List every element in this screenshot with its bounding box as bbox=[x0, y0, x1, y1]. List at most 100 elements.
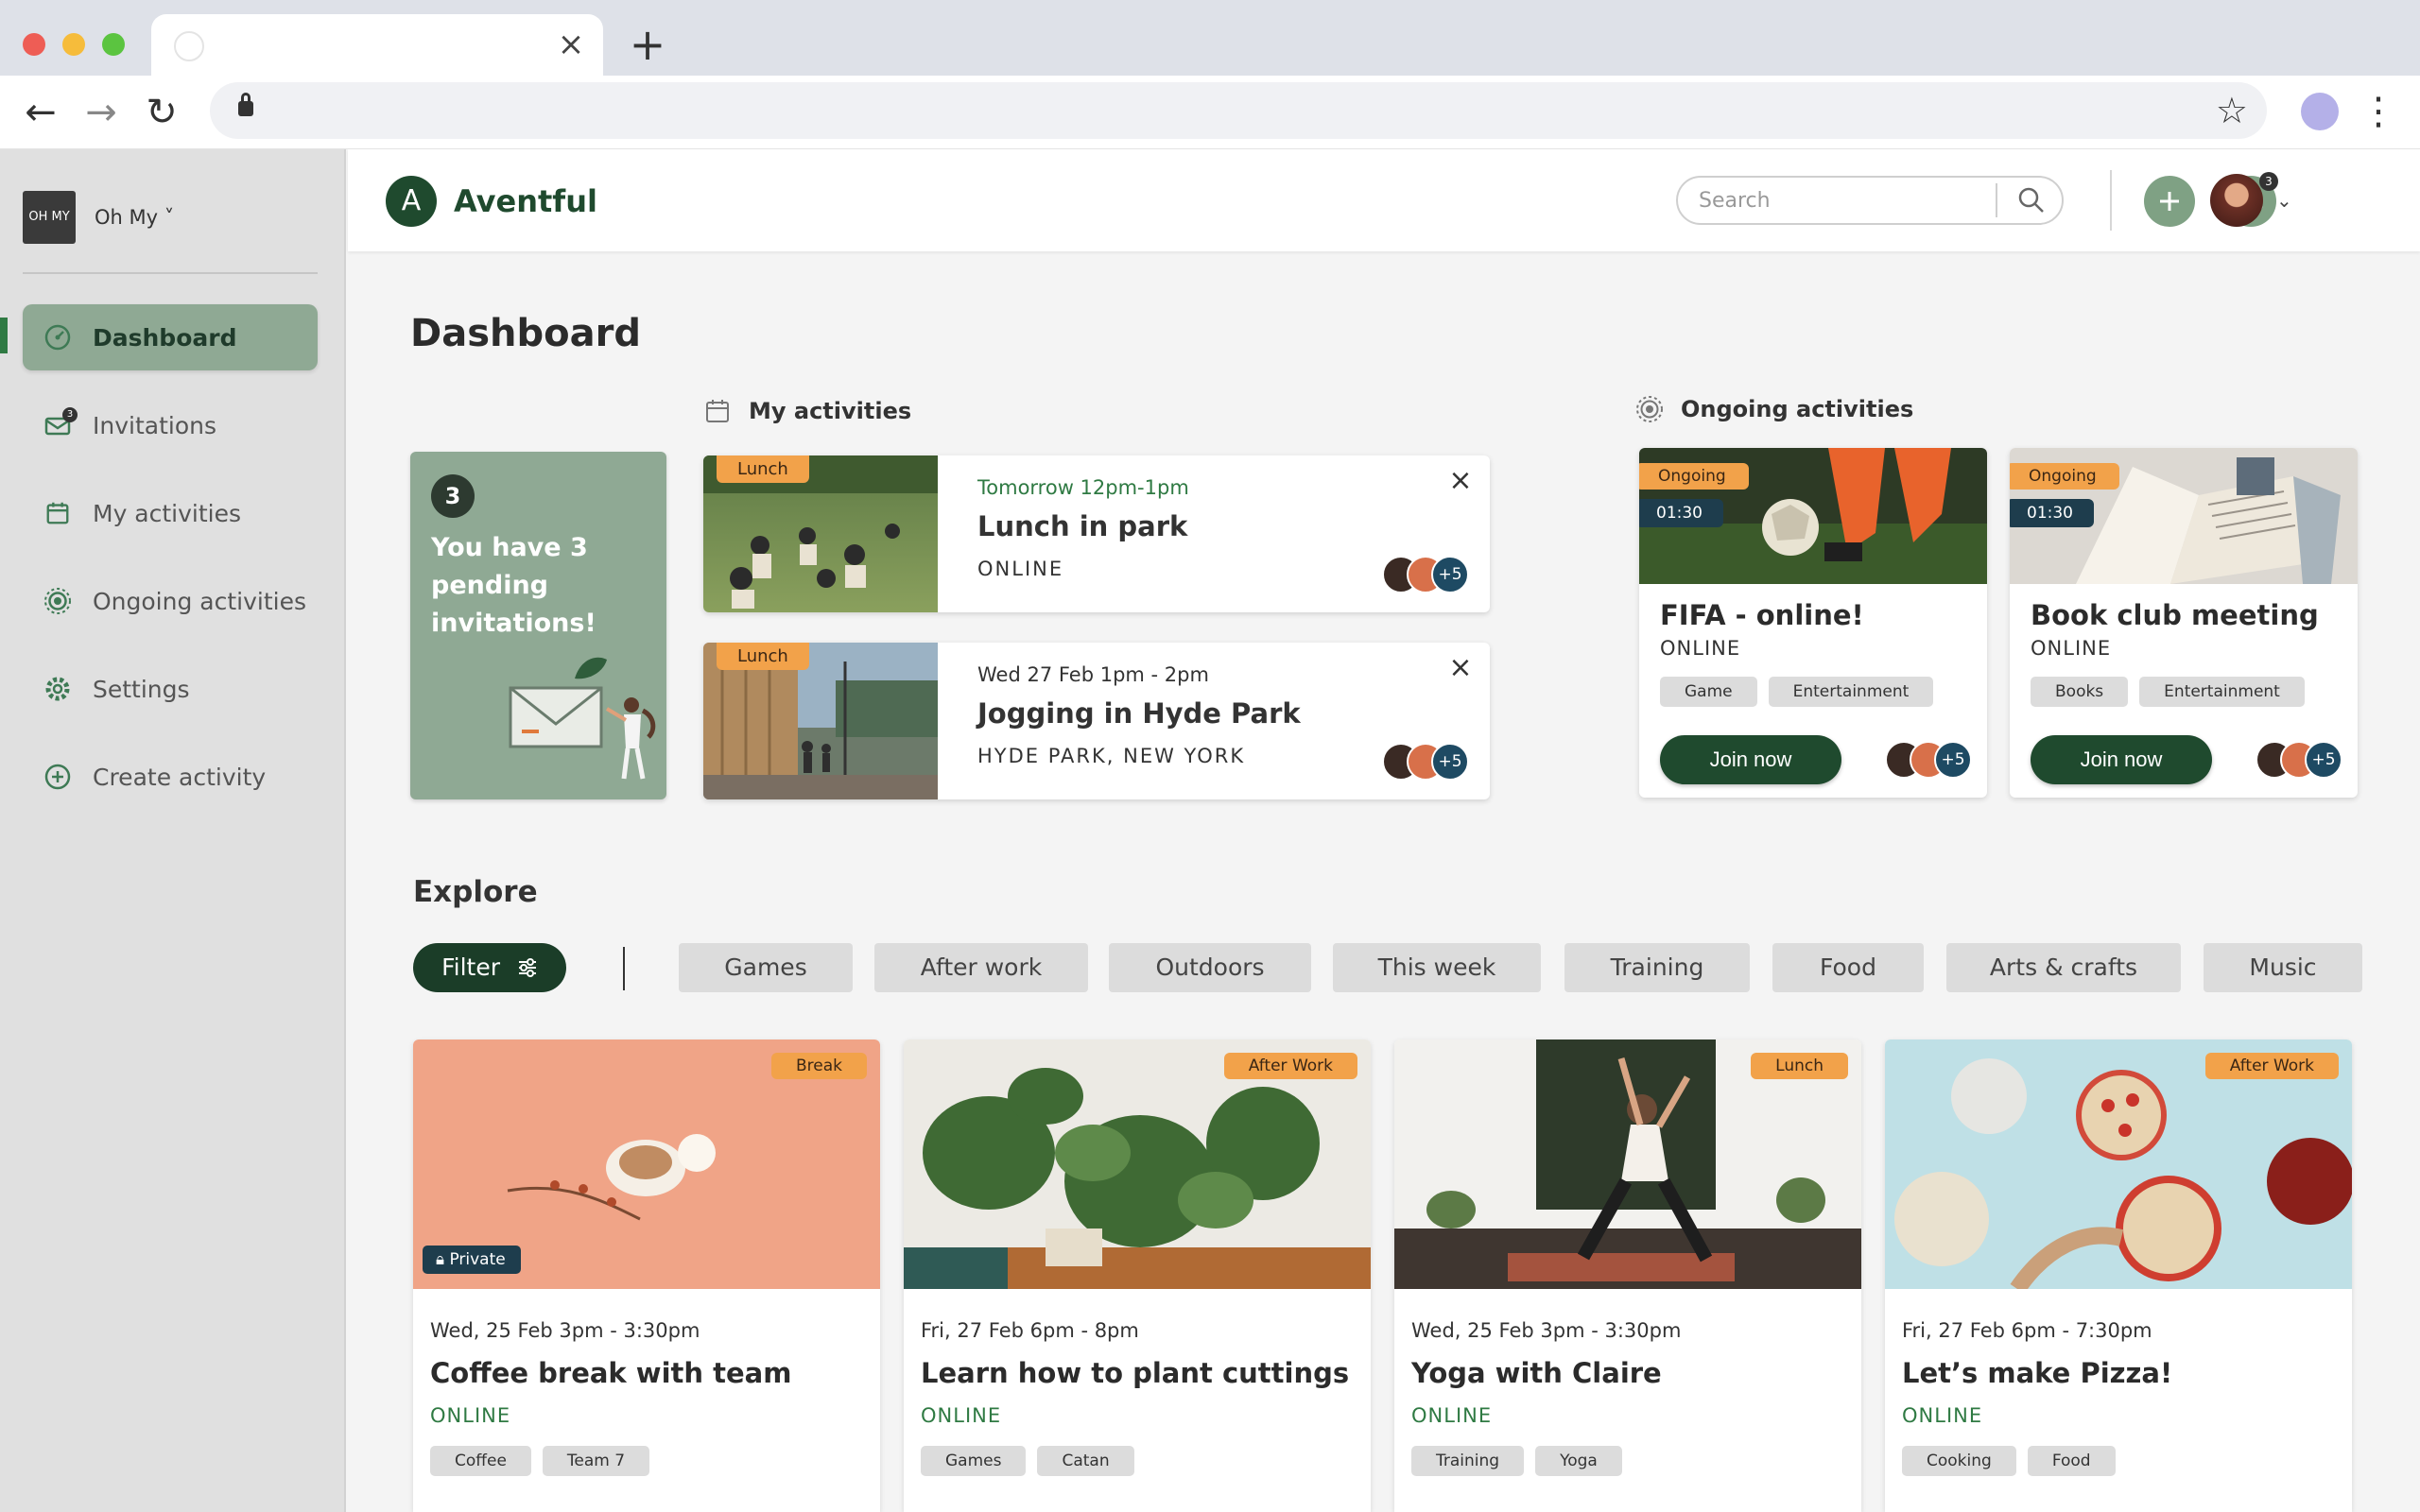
category-games[interactable]: Games bbox=[679, 943, 853, 992]
category-food[interactable]: Food bbox=[1772, 943, 1924, 992]
app-header: A Aventful 3 ⌄ bbox=[348, 149, 2420, 251]
activity-location: ONLINE bbox=[977, 558, 1064, 580]
filter-divider bbox=[623, 947, 625, 990]
brand-logo: A bbox=[386, 176, 437, 227]
search-input[interactable] bbox=[1699, 178, 1982, 223]
chip[interactable]: Food bbox=[2027, 1446, 2116, 1476]
chip[interactable]: Entertainment bbox=[2139, 677, 2305, 707]
sidebar-item-label: Settings bbox=[93, 675, 190, 703]
category-arts-crafts[interactable]: Arts & crafts bbox=[1946, 943, 2181, 992]
maximize-window-button[interactable] bbox=[102, 33, 125, 56]
chip[interactable]: Game bbox=[1660, 677, 1757, 707]
active-indicator bbox=[0, 318, 8, 353]
reload-icon[interactable]: ↻ bbox=[138, 89, 185, 136]
search-icon[interactable] bbox=[2016, 185, 2047, 215]
mail-icon: 3 bbox=[42, 407, 78, 441]
explore-card[interactable]: After Work Fri, 27 Feb 6pm - 7:30pm Let’… bbox=[1885, 1040, 2352, 1512]
explore-card[interactable]: Break 🔒︎ Private Wed, 25 Feb 3pm - 3:30p… bbox=[413, 1040, 880, 1512]
radar-icon bbox=[42, 585, 74, 617]
chip[interactable]: Cooking bbox=[1902, 1446, 2016, 1476]
plus-icon bbox=[2160, 192, 2179, 211]
chip[interactable]: Team 7 bbox=[542, 1446, 650, 1476]
category-tag: Break bbox=[771, 1053, 867, 1079]
category-this-week[interactable]: This week bbox=[1333, 943, 1541, 992]
chip[interactable]: Entertainment bbox=[1768, 677, 1934, 707]
radar-icon bbox=[1636, 396, 1663, 422]
activity-time: Wed 27 Feb 1pm - 2pm bbox=[977, 663, 1209, 686]
sidebar-item-my-activities[interactable]: My activities bbox=[23, 480, 318, 546]
ongoing-activity-card[interactable]: Ongoing 01:30 Book club meeting ONLINE B… bbox=[2010, 448, 2358, 798]
invitations-badge: 3 bbox=[62, 407, 78, 422]
activity-title: Jogging in Hyde Park bbox=[977, 697, 1301, 730]
participant-avatars[interactable]: +5 bbox=[1885, 741, 1972, 779]
browser-menu-icon[interactable]: ⋮ bbox=[2360, 91, 2397, 132]
category-after-work[interactable]: After work bbox=[874, 943, 1088, 992]
more-participants-badge: +5 bbox=[2305, 741, 2342, 779]
browser-toolbar: ← → ↻ ☆ ⋮ bbox=[0, 76, 2420, 149]
category-outdoors[interactable]: Outdoors bbox=[1109, 943, 1311, 992]
new-tab-button[interactable]: + bbox=[624, 21, 671, 68]
org-logo: OH MY bbox=[23, 191, 76, 244]
sidebar-item-invitations[interactable]: 3 Invitations bbox=[23, 392, 318, 458]
browser-profile-avatar[interactable] bbox=[2301, 93, 2339, 130]
org-switcher[interactable]: OH MY Oh My ˅ bbox=[23, 191, 174, 244]
activity-tags: Books Entertainment bbox=[2031, 677, 2316, 707]
minimize-window-button[interactable] bbox=[62, 33, 85, 56]
forward-arrow-icon[interactable]: → bbox=[78, 89, 125, 136]
calendar-icon bbox=[706, 400, 729, 422]
participant-avatars[interactable]: +5 bbox=[1382, 743, 1469, 781]
chip[interactable]: Yoga bbox=[1535, 1446, 1622, 1476]
ongoing-activity-card[interactable]: Ongoing 01:30 FIFA - online! ONLINE Game… bbox=[1639, 448, 1987, 798]
sidebar-item-settings[interactable]: Settings bbox=[23, 656, 318, 722]
activity-title: Yoga with Claire bbox=[1411, 1357, 1662, 1389]
pending-invitations-card[interactable]: 3 You have 3 pending invitations! bbox=[410, 452, 666, 799]
chip[interactable]: Training bbox=[1411, 1446, 1525, 1476]
category-training[interactable]: Training bbox=[1564, 943, 1750, 992]
activity-location: ONLINE bbox=[1902, 1404, 1983, 1427]
address-bar[interactable]: ☆ bbox=[210, 82, 2267, 139]
category-tag: Lunch bbox=[1751, 1053, 1848, 1079]
back-arrow-icon[interactable]: ← bbox=[17, 89, 64, 136]
private-badge: 🔒︎ Private bbox=[423, 1246, 521, 1274]
activity-location: ONLINE bbox=[1660, 637, 1741, 660]
bookmark-star-icon[interactable]: ☆ bbox=[2216, 88, 2248, 133]
explore-title: Explore bbox=[413, 875, 538, 909]
join-now-button[interactable]: Join now bbox=[1660, 735, 1841, 784]
chip[interactable]: Games bbox=[921, 1446, 1027, 1476]
participant-avatars[interactable]: +5 bbox=[1382, 556, 1469, 593]
browser-tab[interactable]: × bbox=[151, 14, 603, 76]
my-activities-heading: My activities bbox=[703, 397, 911, 425]
more-participants-badge: +5 bbox=[1431, 556, 1469, 593]
mail-badge: 3 bbox=[2259, 172, 2278, 191]
activity-location: ONLINE bbox=[430, 1404, 511, 1427]
chip[interactable]: Coffee bbox=[430, 1446, 531, 1476]
explore-card[interactable]: After Work Fri, 27 Feb 6pm - 8pm Learn h… bbox=[904, 1040, 1371, 1512]
envelope-illustration bbox=[509, 657, 656, 780]
activity-tag: Lunch bbox=[717, 643, 809, 670]
activity-card[interactable]: Lunch Tomorrow 12pm-1pm Lunch in park ON… bbox=[703, 455, 1490, 612]
user-avatar[interactable] bbox=[2210, 174, 2263, 227]
sidebar-item-label: My activities bbox=[93, 499, 242, 527]
sidebar-item-create-activity[interactable]: Create activity bbox=[23, 744, 318, 810]
participant-avatars[interactable]: +5 bbox=[2256, 741, 2342, 779]
close-window-button[interactable] bbox=[23, 33, 45, 56]
activity-location: ONLINE bbox=[2031, 637, 2112, 660]
activity-time: Fri, 27 Feb 6pm - 8pm bbox=[921, 1319, 1139, 1342]
sidebar-item-ongoing-activities[interactable]: Ongoing activities bbox=[23, 568, 318, 634]
filter-button[interactable]: Filter bbox=[413, 943, 566, 992]
explore-card[interactable]: Lunch Wed, 25 Feb 3pm - 3:30pm Yoga with… bbox=[1394, 1040, 1861, 1512]
close-icon[interactable]: × bbox=[1444, 652, 1477, 684]
category-music[interactable]: Music bbox=[2204, 943, 2362, 992]
activity-card[interactable]: Lunch Wed 27 Feb 1pm - 2pm Jogging in Hy… bbox=[703, 643, 1490, 799]
chevron-down-icon[interactable]: ⌄ bbox=[2276, 189, 2292, 212]
chip[interactable]: Books bbox=[2031, 677, 2129, 707]
close-icon[interactable]: × bbox=[1444, 465, 1477, 497]
create-button[interactable] bbox=[2144, 176, 2195, 227]
brand[interactable]: A Aventful bbox=[386, 176, 597, 227]
sidebar-item-label: Ongoing activities bbox=[93, 587, 307, 615]
join-now-button[interactable]: Join now bbox=[2031, 735, 2212, 784]
chip[interactable]: Catan bbox=[1037, 1446, 1134, 1476]
activity-tags: Training Yoga bbox=[1411, 1446, 1634, 1476]
sidebar-item-dashboard[interactable]: Dashboard bbox=[23, 304, 318, 370]
tab-close-icon[interactable]: × bbox=[552, 26, 590, 63]
